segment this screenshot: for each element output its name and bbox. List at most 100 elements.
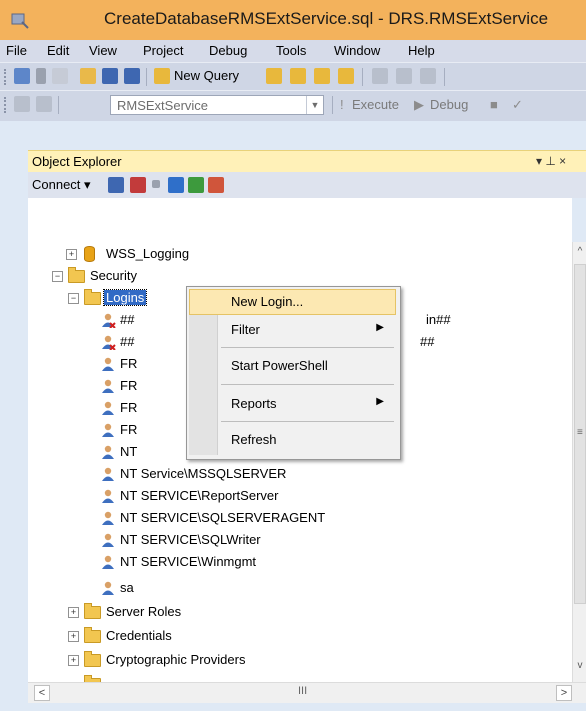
- login-disabled-user-icon: [102, 335, 116, 350]
- menu-help[interactable]: Help: [408, 43, 435, 58]
- new-project-icon[interactable]: [14, 68, 30, 84]
- menu-item-filter[interactable]: Filter ▶: [189, 317, 396, 343]
- database-icon: [84, 246, 95, 262]
- debug-icon[interactable]: ▶: [414, 97, 424, 113]
- tree-node-label: Credentials: [106, 628, 172, 643]
- analysis-dmx-query-icon[interactable]: [314, 68, 330, 84]
- login-name: ##: [120, 312, 135, 327]
- scroll-grip: III: [298, 685, 308, 697]
- menu-item-new-login[interactable]: New Login...: [189, 289, 396, 315]
- debug-button[interactable]: Debug: [430, 97, 468, 112]
- menu-project[interactable]: Project: [143, 43, 183, 58]
- menu-item-label: Filter: [231, 322, 260, 337]
- parse-check-icon[interactable]: ✓: [512, 97, 523, 113]
- menu-window[interactable]: Window: [334, 43, 380, 58]
- menu-item-reports[interactable]: Reports ▶: [189, 391, 396, 417]
- tree-node-label: WSS_Logging: [106, 246, 190, 261]
- login-name: FR: [120, 400, 138, 415]
- menu-item-label: Start PowerShell: [231, 358, 328, 373]
- chevron-down-icon[interactable]: ▼: [306, 96, 323, 114]
- vertical-scrollbar[interactable]: ^ ≡ v: [572, 242, 586, 682]
- dropdown-icon[interactable]: [36, 68, 46, 84]
- scroll-up-icon[interactable]: ^: [574, 246, 586, 257]
- copy-icon[interactable]: [396, 68, 412, 84]
- menu-item-start-powershell[interactable]: Start PowerShell: [189, 353, 396, 379]
- folder-icon: [84, 603, 101, 619]
- toolbar-grip[interactable]: [4, 97, 9, 113]
- save-icon[interactable]: [102, 68, 118, 84]
- database-engine-query-icon[interactable]: [266, 68, 282, 84]
- folder-icon: [84, 651, 101, 667]
- tree-node-label: Cryptographic Providers: [106, 652, 246, 667]
- collapse-icon[interactable]: −: [68, 293, 79, 304]
- scroll-thumb[interactable]: ≡: [574, 264, 586, 604]
- activity-monitor-icon[interactable]: [208, 177, 224, 193]
- cut-icon[interactable]: [372, 68, 388, 84]
- available-databases-dropdown[interactable]: RMSExtService ▼: [110, 95, 324, 115]
- submenu-arrow-icon: ▶: [376, 396, 384, 407]
- expand-icon[interactable]: +: [68, 631, 79, 642]
- login-name: NT Service\MSSQLSERVER: [120, 466, 287, 481]
- scroll-down-icon[interactable]: v: [574, 660, 586, 671]
- execute-button[interactable]: Execute: [352, 97, 399, 112]
- connect-object-explorer-icon[interactable]: [108, 177, 124, 193]
- analysis-xmla-query-icon[interactable]: [338, 68, 354, 84]
- add-item-icon[interactable]: [52, 68, 68, 84]
- login-name: FR: [120, 356, 138, 371]
- menu-item-label: New Login...: [231, 294, 304, 309]
- new-query-icon[interactable]: [154, 68, 170, 84]
- ssms-app-icon[interactable]: [10, 10, 30, 30]
- toolbar-separator: [332, 96, 333, 114]
- expand-icon[interactable]: +: [68, 607, 79, 618]
- toolbar-grip[interactable]: [4, 69, 9, 85]
- filter-icon[interactable]: [168, 177, 184, 193]
- panel-window-controls[interactable]: ▾ ⊥ ×: [536, 154, 566, 168]
- analysis-mdx-query-icon[interactable]: [290, 68, 306, 84]
- stop-icon[interactable]: ■: [490, 97, 498, 112]
- toolbar-separator: [58, 96, 59, 114]
- execute-icon[interactable]: !: [340, 97, 344, 112]
- paste-icon[interactable]: [420, 68, 436, 84]
- menu-separator: [221, 347, 394, 348]
- menu-debug[interactable]: Debug: [209, 43, 247, 58]
- connect-dropdown-button[interactable]: Connect ▾: [32, 177, 91, 193]
- refresh-icon[interactable]: [188, 177, 204, 193]
- tree-node-label-selected: Logins: [102, 289, 148, 306]
- folder-icon: [68, 267, 85, 283]
- connect-icon[interactable]: [14, 96, 30, 112]
- login-name-partial: ##: [420, 334, 435, 349]
- new-query-button[interactable]: New Query: [174, 68, 239, 83]
- login-name: NT SERVICE\SQLWriter: [120, 532, 261, 547]
- scroll-right-icon[interactable]: >: [556, 685, 572, 701]
- tree-node-label: Server Roles: [106, 604, 182, 619]
- expand-icon[interactable]: +: [68, 655, 79, 666]
- save-all-icon[interactable]: [124, 68, 140, 84]
- user-icon: [102, 581, 114, 595]
- login-name-partial: in##: [426, 312, 451, 327]
- menu-tools[interactable]: Tools: [276, 43, 306, 58]
- menu-separator: [221, 421, 394, 422]
- menu-item-label: Reports: [231, 396, 277, 411]
- login-name: FR: [120, 378, 138, 393]
- menu-view[interactable]: View: [89, 43, 117, 58]
- stop-icon[interactable]: [152, 180, 160, 188]
- tree-node-label: Security: [90, 268, 137, 283]
- menu-file[interactable]: File: [6, 43, 27, 58]
- folder-icon: [84, 627, 101, 643]
- toolbar-separator: [362, 68, 363, 86]
- collapse-icon[interactable]: −: [52, 271, 63, 282]
- toolbar-separator: [444, 68, 445, 86]
- open-file-icon[interactable]: [80, 68, 96, 84]
- login-name: NT: [120, 444, 138, 459]
- menu-edit[interactable]: Edit: [47, 43, 69, 58]
- menu-item-refresh[interactable]: Refresh: [189, 427, 396, 453]
- sql-editor-toolbar: RMSExtService ▼ ! Execute ▶ Debug ■ ✓: [0, 90, 586, 121]
- disconnect-icon[interactable]: [130, 177, 146, 193]
- change-connection-icon[interactable]: [36, 96, 52, 112]
- expand-icon[interactable]: +: [66, 249, 77, 260]
- login-disabled-user-icon: [102, 313, 116, 328]
- scroll-left-icon[interactable]: <: [34, 685, 50, 701]
- user-icon: [102, 467, 114, 481]
- user-icon: [102, 445, 114, 459]
- horizontal-scrollbar[interactable]: < III >: [28, 682, 586, 703]
